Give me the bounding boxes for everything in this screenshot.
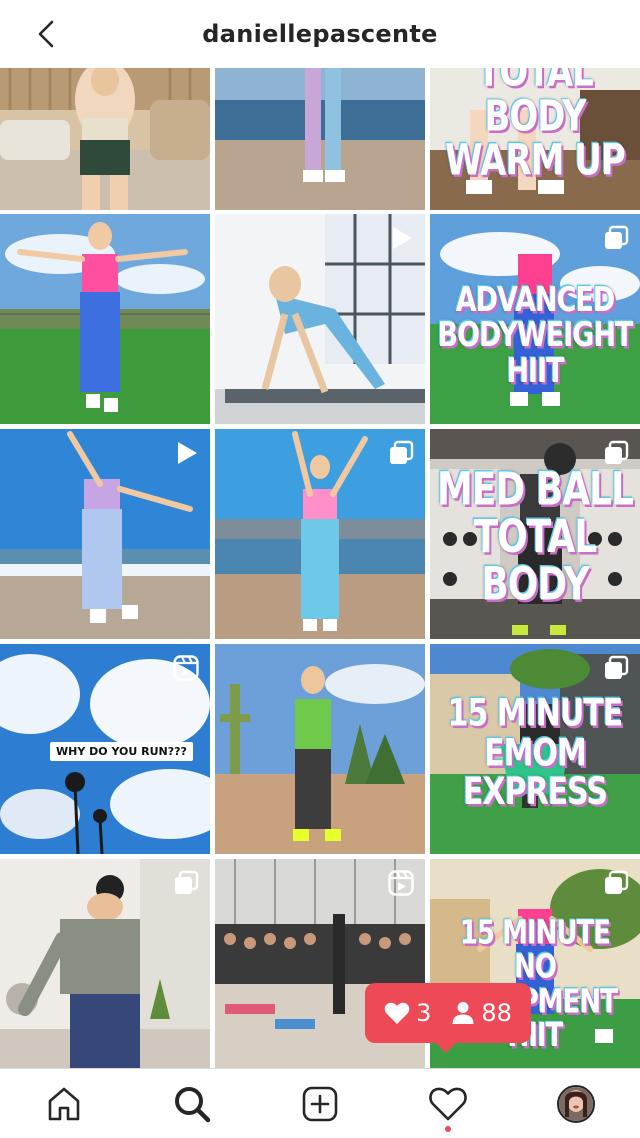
carousel-icon	[605, 870, 629, 894]
likes-count-group: 3	[384, 999, 431, 1027]
nav-home[interactable]	[32, 1072, 96, 1136]
chevron-left-icon	[38, 20, 54, 48]
carousel-icon	[605, 440, 629, 464]
grid-tile[interactable]: WHY DO YOU RUN???	[0, 644, 210, 854]
profile-username: daniellepascente	[202, 20, 438, 48]
home-icon	[48, 1087, 80, 1120]
post-overlay-title: ADVANCED BODYWEIGHT HIIT	[437, 280, 634, 391]
profile-avatar-image	[559, 1086, 593, 1121]
person-icon	[452, 1002, 474, 1024]
grid-tile[interactable]	[215, 68, 425, 210]
grid-tile[interactable]	[0, 429, 210, 639]
bottom-navigation-bar	[0, 1068, 640, 1138]
post-thumbnail	[0, 68, 210, 210]
video-icon	[393, 227, 412, 249]
notification-dot	[445, 1125, 451, 1132]
likes-count: 3	[416, 999, 432, 1027]
activity-notification-bubble[interactable]: 3 88	[365, 983, 531, 1053]
heart-filled-icon	[384, 1002, 410, 1024]
reel-icon	[388, 870, 414, 896]
grid-tile[interactable]: ADVANCED BODYWEIGHT HIIT	[430, 214, 640, 424]
nav-activity[interactable]	[416, 1072, 480, 1136]
back-button[interactable]	[28, 16, 64, 52]
grid-tile[interactable]	[0, 68, 210, 210]
grid-tile[interactable]	[215, 644, 425, 854]
grid-tile[interactable]	[0, 214, 210, 424]
reel-icon	[173, 655, 199, 681]
nav-search[interactable]	[160, 1072, 224, 1136]
grid-tile[interactable]	[215, 214, 425, 424]
post-overlay-title: MED BALL TOTAL BODY	[436, 464, 634, 611]
followers-count-group: 88	[451, 999, 512, 1027]
add-post-icon	[302, 1086, 338, 1121]
carousel-icon	[390, 440, 414, 464]
post-overlay-title: 15 MINUTE EMOM EXPRESS	[447, 691, 624, 815]
top-bar: daniellepascente	[0, 0, 640, 68]
video-icon	[178, 442, 197, 464]
post-overlay-title: TOTAL BODY WARM UP	[445, 68, 626, 187]
carousel-icon	[175, 870, 199, 894]
carousel-icon	[605, 655, 629, 679]
nav-profile[interactable]	[544, 1072, 608, 1136]
heart-icon	[429, 1087, 467, 1120]
grid-tile[interactable]: TOTAL BODY WARM UP	[430, 68, 640, 210]
nav-new-post[interactable]	[288, 1072, 352, 1136]
grid-tile[interactable]: MED BALL TOTAL BODY	[430, 429, 640, 639]
followers-count: 88	[481, 999, 512, 1027]
search-icon	[175, 1086, 211, 1122]
post-thumbnail	[215, 644, 425, 854]
explore-grid: TOTAL BODY WARM UP ADVANCED BODYWEIGHT H…	[0, 68, 640, 1068]
avatar	[557, 1084, 595, 1123]
post-thumbnail	[215, 68, 425, 210]
grid-tile[interactable]: 15 MINUTE EMOM EXPRESS	[430, 644, 640, 854]
post-caption-pill: WHY DO YOU RUN???	[50, 742, 193, 761]
grid-tile[interactable]	[215, 429, 425, 639]
grid-tile[interactable]	[0, 859, 210, 1068]
carousel-icon	[605, 225, 629, 249]
post-thumbnail	[0, 214, 210, 424]
